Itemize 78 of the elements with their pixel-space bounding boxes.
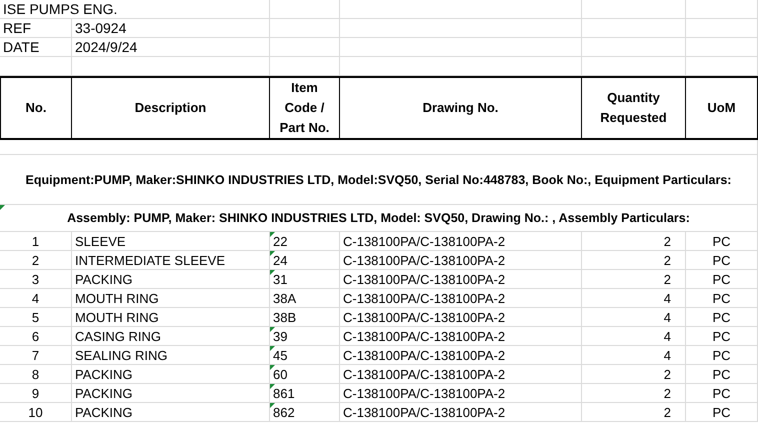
company-name: ISE PUMPS ENG. bbox=[3, 1, 118, 17]
empty-cell bbox=[686, 57, 758, 76]
table-cell: MOUTH RING bbox=[75, 290, 159, 306]
table-cell: PACKING bbox=[75, 272, 133, 286]
column-header: Item Code / Part No. bbox=[278, 79, 330, 137]
table-cell: INTERMEDIATE SLEEVE bbox=[75, 252, 226, 268]
table-cell: 2 bbox=[664, 252, 671, 268]
table-cell: PC bbox=[712, 348, 731, 362]
ref-value: 33-0924 bbox=[75, 20, 126, 36]
column-header: Quantity Requested bbox=[599, 89, 668, 127]
table-cell: C-138100PA/C-138100PA-2 bbox=[343, 348, 506, 362]
table-cell: PACKING bbox=[75, 386, 133, 400]
ref-label: REF bbox=[3, 20, 31, 36]
empty-cell bbox=[686, 19, 758, 38]
column-header: Description bbox=[134, 99, 206, 117]
table-cell: 3 bbox=[32, 272, 40, 286]
table-cell: 22 bbox=[273, 234, 288, 248]
table-cell: 8 bbox=[32, 366, 40, 382]
table-cell: PC bbox=[712, 366, 731, 382]
table-cell: 2 bbox=[664, 386, 671, 400]
table-cell: PC bbox=[712, 234, 731, 248]
table-cell: C-138100PA/C-138100PA-2 bbox=[343, 328, 506, 344]
table-cell: 4 bbox=[664, 310, 671, 324]
table-cell: 24 bbox=[273, 252, 288, 268]
table-cell: C-138100PA/C-138100PA-2 bbox=[343, 252, 506, 268]
table-cell: SLEEVE bbox=[75, 234, 126, 248]
table-cell: 2 bbox=[664, 234, 671, 248]
column-header: UoM bbox=[707, 99, 736, 117]
table-cell: 1 bbox=[32, 234, 40, 248]
column-header: Drawing No. bbox=[422, 99, 498, 117]
table-cell: PC bbox=[712, 328, 731, 344]
table-cell: PACKING bbox=[75, 404, 133, 420]
table-cell: 2 bbox=[664, 272, 671, 286]
table-cell: 2 bbox=[664, 366, 671, 382]
table-cell: C-138100PA/C-138100PA-2 bbox=[343, 404, 506, 420]
table-cell: PACKING bbox=[75, 366, 133, 382]
section-heading: Assembly: PUMP, Maker: SHINKO INDUSTRIES LTD, Model: SVQ50, Drawing No.: , Assembly Particulars: bbox=[67, 211, 690, 225]
table-cell: 9 bbox=[32, 386, 40, 400]
table-cell: 10 bbox=[28, 404, 43, 420]
empty-cell bbox=[686, 38, 758, 57]
section-heading: Equipment:PUMP, Maker:SHINKO INDUSTRIES LTD, Model:SVQ50, Serial No:448783, Book No:, Equipment Particulars: bbox=[26, 172, 732, 186]
table-cell: C-138100PA/C-138100PA-2 bbox=[343, 310, 506, 324]
column-header: No. bbox=[26, 99, 46, 117]
table-cell: C-138100PA/C-138100PA-2 bbox=[343, 272, 506, 286]
empty-cell bbox=[686, 0, 758, 19]
table-cell: C-138100PA/C-138100PA-2 bbox=[343, 290, 506, 306]
table-cell: 4 bbox=[664, 348, 671, 362]
empty-cell bbox=[270, 57, 340, 76]
table-cell: 4 bbox=[664, 328, 671, 344]
table-cell: 60 bbox=[273, 366, 288, 382]
table-cell: 861 bbox=[273, 386, 295, 400]
table-cell: CASING RING bbox=[75, 328, 161, 344]
table-cell: 7 bbox=[32, 348, 40, 362]
table-cell: 2 bbox=[32, 252, 40, 268]
table-cell: 6 bbox=[32, 328, 40, 344]
table-cell: C-138100PA/C-138100PA-2 bbox=[343, 234, 506, 248]
table-cell: PC bbox=[712, 272, 731, 286]
table-cell: PC bbox=[712, 404, 731, 420]
table-cell: 2 bbox=[664, 404, 671, 420]
table-cell: 45 bbox=[273, 348, 288, 362]
table-cell: 5 bbox=[32, 310, 40, 324]
table-cell: 39 bbox=[273, 328, 288, 344]
table-cell: C-138100PA/C-138100PA-2 bbox=[343, 386, 506, 400]
table-cell: MOUTH RING bbox=[75, 310, 159, 324]
table-cell: 31 bbox=[273, 272, 288, 286]
table-cell: C-138100PA/C-138100PA-2 bbox=[343, 366, 506, 382]
table-cell: PC bbox=[712, 386, 731, 400]
table-cell: 862 bbox=[273, 404, 295, 420]
table-cell: 38A bbox=[273, 290, 296, 306]
date-label: DATE bbox=[3, 39, 40, 55]
table-cell: PC bbox=[712, 310, 731, 324]
table-cell: 4 bbox=[664, 290, 671, 306]
table-cell: PC bbox=[712, 252, 731, 268]
table-cell: 38B bbox=[273, 310, 296, 324]
date-value: 2024/9/24 bbox=[75, 39, 138, 55]
table-cell: 4 bbox=[32, 290, 40, 306]
table-cell: PC bbox=[712, 290, 731, 306]
table-cell: SEALING RING bbox=[75, 348, 168, 362]
